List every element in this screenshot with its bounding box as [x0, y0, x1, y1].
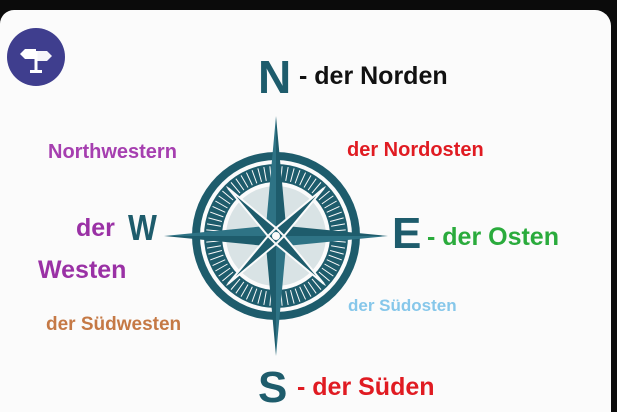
west-letter: W	[128, 207, 157, 248]
image-card: N - der Norden Northwestern der Nordoste…	[0, 10, 611, 412]
west-label-line1: der	[76, 214, 115, 242]
south-label: - der Süden	[297, 373, 435, 401]
west-label-line2: Westen	[38, 256, 127, 284]
north-letter: N	[258, 51, 292, 103]
east-label: - der Osten	[427, 223, 559, 251]
east-letter: E	[392, 209, 422, 258]
signpost-arrows-icon	[7, 28, 65, 86]
north-label: - der Norden	[299, 62, 448, 90]
northwest-label: Northwestern	[48, 141, 177, 163]
compass-rose	[164, 116, 388, 356]
